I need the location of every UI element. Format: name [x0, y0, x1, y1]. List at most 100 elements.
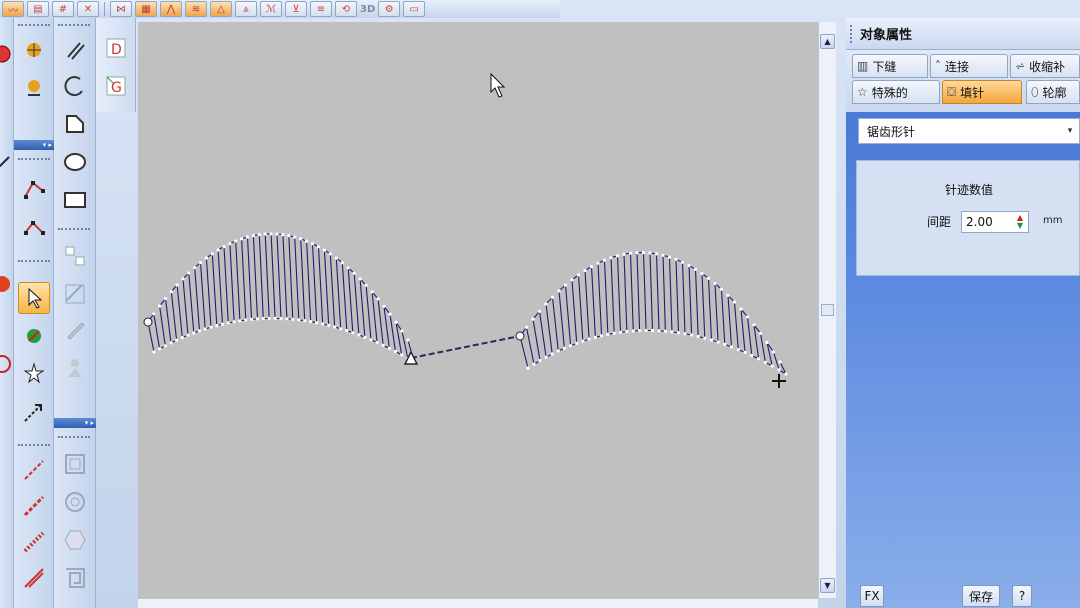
parallel-lines-icon[interactable] [59, 34, 91, 66]
tab-outline[interactable]: ⬯ 轮廓 [1026, 80, 1080, 104]
rectangle-icon[interactable] [59, 184, 91, 216]
bee-icon[interactable] [18, 34, 50, 66]
mirror-icon[interactable] [59, 278, 91, 310]
palette-grip[interactable] [18, 158, 50, 162]
rotate-icon[interactable]: ⟲ [335, 1, 357, 17]
palette-grip[interactable] [18, 260, 50, 264]
cluster-icon[interactable] [18, 72, 50, 104]
outline-tab-icon: ⬯ [1031, 84, 1039, 99]
zigzag-stitches [519, 252, 788, 376]
scroll-up-button[interactable]: ▲ [820, 34, 835, 49]
needle-point [606, 332, 610, 336]
lines-icon[interactable]: ≡ [310, 1, 332, 17]
needle-point [526, 366, 530, 370]
end-point-right[interactable] [772, 374, 786, 388]
needle-point [352, 271, 356, 275]
needle-point [192, 331, 196, 335]
branch-icon[interactable]: ⊻ [285, 1, 307, 17]
arc-icon[interactable] [59, 70, 91, 102]
fx-button[interactable]: FX [860, 585, 884, 607]
run-stitch-3-icon[interactable] [18, 490, 50, 522]
tatami-fill-icon[interactable]: # [52, 1, 74, 17]
palette-grip[interactable] [58, 436, 90, 440]
node-line-3-icon[interactable] [18, 210, 50, 242]
polygon-icon[interactable] [59, 108, 91, 140]
align-icon[interactable] [59, 240, 91, 272]
person-icon[interactable] [59, 352, 91, 384]
reshape-icon[interactable]: △ [210, 1, 232, 17]
needle-point [303, 319, 307, 323]
palette-grip[interactable] [18, 24, 50, 28]
scroll-down-button[interactable]: ▼ [820, 578, 835, 593]
outline-icon[interactable]: ⋈ [110, 1, 132, 17]
ellipse-icon[interactable] [59, 146, 91, 178]
start-point-left[interactable] [143, 317, 153, 327]
tab-special[interactable]: ☆ 特殊的 [852, 80, 940, 104]
border-frame-icon[interactable] [59, 448, 91, 480]
star-select-icon[interactable] [18, 358, 50, 390]
needle-point [310, 242, 315, 246]
start-point-right[interactable] [515, 331, 525, 341]
tab-underlay[interactable]: ▥ 下缝 [852, 54, 928, 78]
print-icon[interactable]: ▭ [403, 1, 426, 17]
tab-fill[interactable]: ⛋ 填针 [942, 80, 1022, 104]
spiral-icon[interactable] [59, 486, 91, 518]
run-stitch-1-icon[interactable] [18, 454, 50, 486]
palette-grip[interactable] [58, 228, 90, 232]
satin-fill-icon[interactable]: ▤ [27, 1, 49, 17]
help-button[interactable]: ? [1012, 585, 1032, 607]
cross-stitch-icon[interactable]: ✕ [77, 1, 99, 17]
knife-icon[interactable] [59, 314, 91, 346]
needle-point [631, 329, 635, 333]
zigzag-icon[interactable]: ⋀ [160, 1, 182, 17]
hexagon-icon[interactable] [59, 524, 91, 556]
spin-down-icon[interactable]: ▼ [1014, 222, 1026, 230]
design-canvas[interactable] [138, 22, 818, 598]
needle-point [357, 333, 361, 337]
spacing-input[interactable]: 2.00 ▲ ▼ [961, 211, 1029, 233]
tab-connect[interactable]: ˄ 连接 [930, 54, 1008, 78]
reshape-tool-icon[interactable] [18, 320, 50, 352]
wave-icon[interactable]: ≋ [185, 1, 207, 17]
zigzag-shape-right[interactable] [518, 251, 788, 376]
save-button[interactable]: 保存 [962, 585, 1000, 607]
needle-point [570, 278, 574, 282]
letter-d-icon[interactable]: D [100, 32, 132, 64]
needle-point [544, 355, 548, 359]
needle-point [382, 304, 386, 308]
horizontal-scrollbar[interactable] [138, 598, 818, 608]
motif-run-icon[interactable] [18, 526, 50, 558]
needle-point [600, 334, 604, 338]
vertical-scrollbar[interactable]: ▲ ▼ [818, 22, 836, 598]
tab-compensation[interactable]: ⩫ 收缩补 [1010, 54, 1080, 78]
palette-footer[interactable]: ▾ ▸ [14, 140, 54, 150]
node-line-icon[interactable] [18, 172, 50, 204]
fill-type-select[interactable]: 锯齿形针 ▾ [858, 118, 1080, 144]
select-arrow-icon[interactable] [18, 282, 50, 314]
needle-point [723, 342, 727, 346]
needle-point [275, 232, 279, 236]
palette-grip[interactable] [18, 444, 50, 448]
panel-grip[interactable] [850, 24, 854, 43]
triple-run-icon[interactable] [18, 562, 50, 594]
needle-point [387, 346, 391, 350]
stitch-run-icon[interactable]: 〰 [2, 1, 24, 17]
letter-g-icon[interactable]: G [100, 70, 132, 102]
palette-footer[interactable]: ▾ ▸ [54, 418, 96, 428]
dash-arrow-icon[interactable] [18, 396, 50, 428]
maze-icon[interactable] [59, 562, 91, 594]
underlay-icon: ▥ [857, 59, 869, 73]
chevron-down-icon[interactable]: ▾ [1063, 123, 1077, 139]
zoom-fit-icon[interactable]: ▦ [135, 1, 157, 17]
view-3d-icon[interactable]: 3D [360, 4, 375, 15]
spin-stepper[interactable]: ▲ ▼ [1014, 214, 1026, 230]
property-tabs: ▥ 下缝 ˄ 连接 ⩫ 收缩补 ☆ 特殊的 ⛋ 填针 ⬯ 轮廓 [846, 50, 1080, 112]
scroll-thumb[interactable] [821, 304, 834, 316]
pattern-icon[interactable]: ℳ [260, 1, 282, 17]
arrow-stitch-icon[interactable]: ⩓ [235, 1, 257, 17]
palette-grip[interactable] [58, 24, 90, 28]
tab-outline-label: 轮廓 [1042, 85, 1067, 100]
settings-icon[interactable]: ⚙ [378, 1, 401, 17]
needle-point [661, 253, 665, 257]
zigzag-shape-left[interactable] [146, 232, 416, 364]
